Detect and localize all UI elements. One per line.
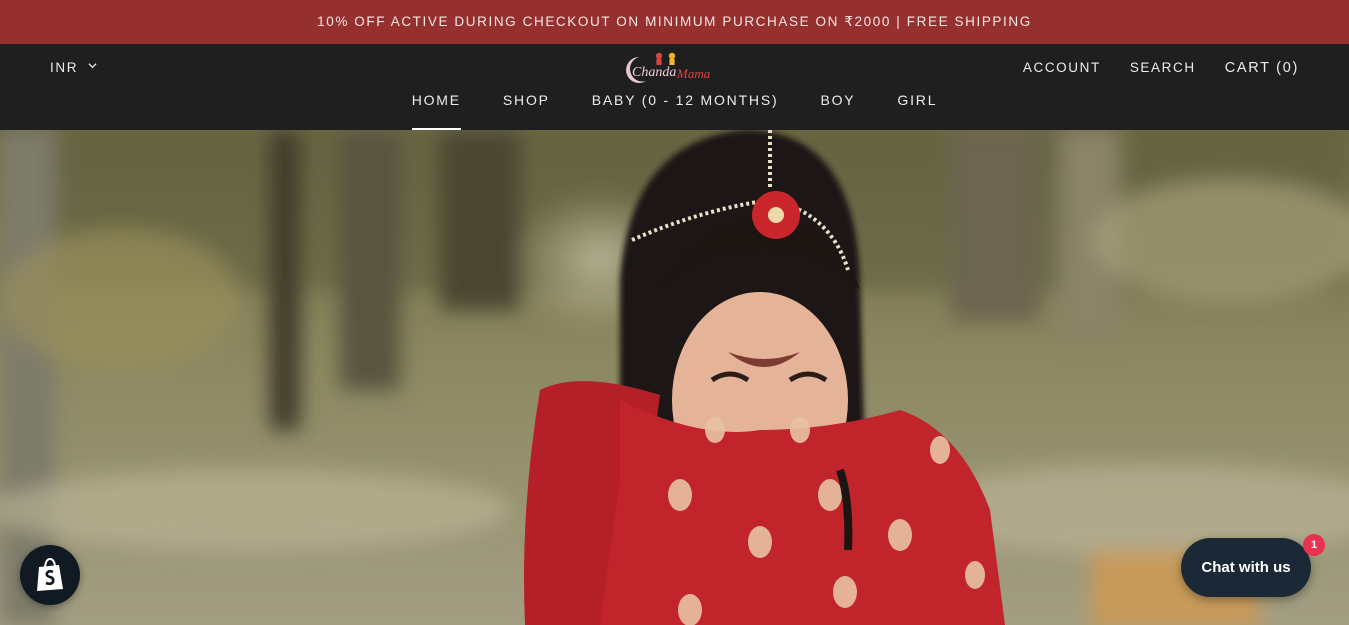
logo-text-mama: Mama bbox=[676, 66, 711, 81]
shopify-badge[interactable] bbox=[20, 545, 80, 605]
announcement-bar: 10% OFF ACTIVE DURING CHECKOUT ON MINIMU… bbox=[0, 0, 1349, 44]
currency-selector[interactable]: INR bbox=[50, 60, 97, 75]
site-logo[interactable]: Chanda Mama bbox=[622, 50, 728, 86]
main-navigation: HOME SHOP BABY (0 - 12 MONTHS) BOY GIRL bbox=[0, 90, 1349, 130]
chat-button[interactable]: Chat with us bbox=[1181, 538, 1311, 597]
logo-text-chanda: Chanda bbox=[632, 65, 676, 80]
chevron-down-icon bbox=[88, 63, 97, 69]
cart-link[interactable]: CART (0) bbox=[1225, 60, 1299, 76]
hero-banner[interactable] bbox=[0, 130, 1349, 625]
nav-item-home[interactable]: HOME bbox=[411, 90, 462, 130]
nav-item-shop[interactable]: SHOP bbox=[503, 90, 550, 130]
site-header: INR Chanda Mama ACCOUNT SEARCH CART (0) … bbox=[0, 44, 1349, 130]
currency-label: INR bbox=[50, 60, 79, 75]
search-link[interactable]: SEARCH bbox=[1130, 60, 1196, 76]
hero-image bbox=[0, 130, 1349, 625]
chat-notification-badge: 1 bbox=[1303, 534, 1325, 556]
nav-item-baby[interactable]: BABY (0 - 12 MONTHS) bbox=[592, 90, 779, 130]
account-link[interactable]: ACCOUNT bbox=[1023, 60, 1101, 76]
shopify-bag-icon bbox=[37, 558, 63, 591]
announcement-text: 10% OFF ACTIVE DURING CHECKOUT ON MINIMU… bbox=[317, 14, 1032, 29]
nav-item-girl[interactable]: GIRL bbox=[897, 90, 937, 130]
header-actions: ACCOUNT SEARCH CART (0) bbox=[1023, 60, 1299, 76]
chat-label: Chat with us bbox=[1201, 559, 1291, 576]
nav-item-boy[interactable]: BOY bbox=[820, 90, 855, 130]
